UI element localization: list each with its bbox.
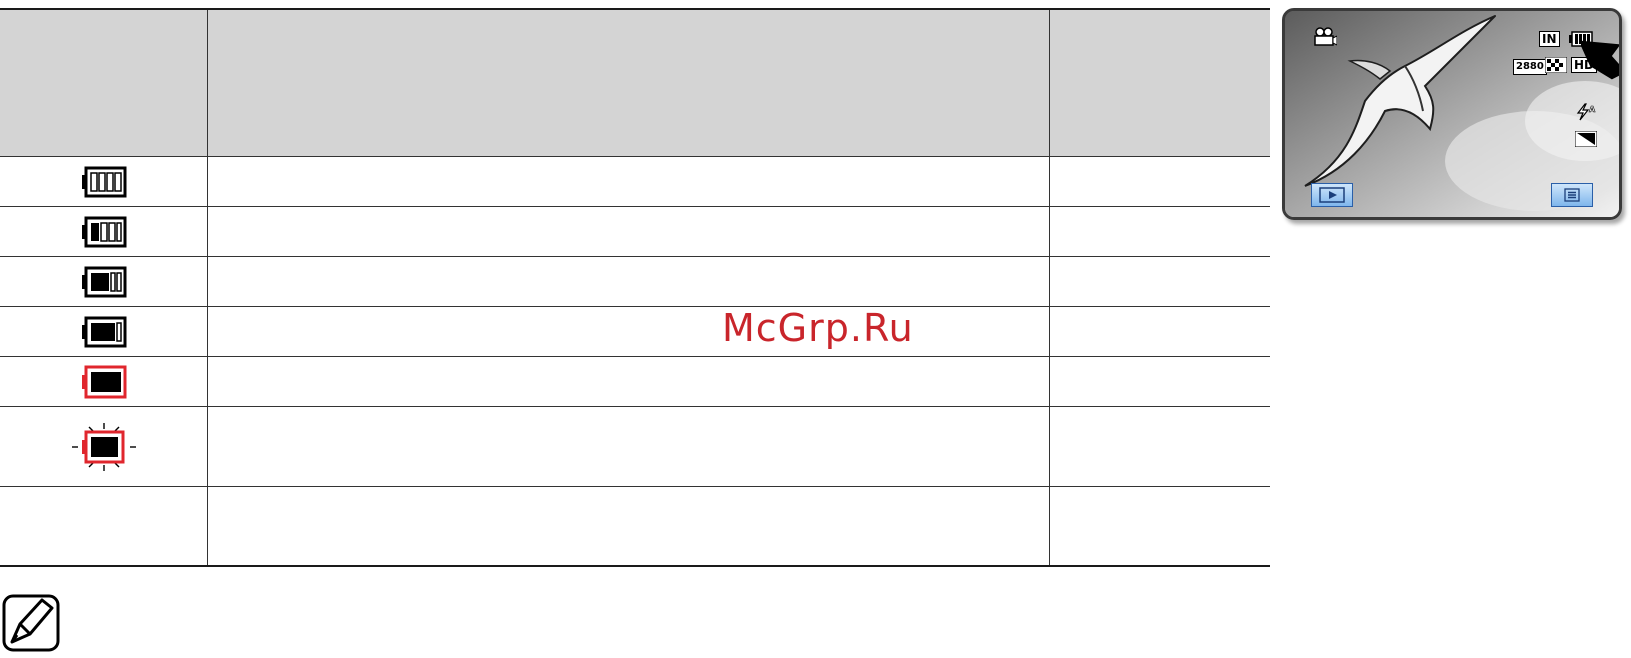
description-cell — [208, 487, 1050, 565]
table-row — [0, 487, 1270, 565]
pointer-arrow-icon — [1581, 40, 1619, 80]
battery-level-1-icon — [0, 307, 208, 356]
description-cell — [208, 207, 1050, 256]
description-cell — [208, 357, 1050, 406]
battery-level-2-icon — [0, 257, 208, 306]
play-icon — [1319, 187, 1345, 203]
svg-text:A: A — [1589, 105, 1596, 114]
header-cell-description — [208, 10, 1050, 156]
header-cell-icon — [0, 10, 208, 156]
note-pencil-icon — [2, 594, 62, 654]
battery-level-table — [0, 8, 1270, 567]
description-cell — [208, 257, 1050, 306]
menu-icon — [1564, 188, 1580, 202]
table-row — [0, 307, 1270, 357]
table-row — [0, 407, 1270, 487]
play-button[interactable] — [1311, 183, 1353, 207]
header-cell-time — [1050, 10, 1270, 156]
table-row — [0, 257, 1270, 307]
description-cell — [208, 157, 1050, 206]
time-cell — [1050, 487, 1270, 565]
time-cell — [1050, 307, 1270, 356]
table-row — [0, 207, 1270, 257]
description-cell — [208, 407, 1050, 486]
menu-button[interactable] — [1551, 183, 1593, 207]
camcorder-lcd-screen: IN 2880 HD A — [1282, 8, 1622, 220]
super-fine-icon — [1544, 56, 1568, 77]
time-cell — [1050, 257, 1270, 306]
table-row — [0, 157, 1270, 207]
battery-level-3-icon — [0, 207, 208, 256]
time-cell — [1050, 157, 1270, 206]
table-header-row — [0, 10, 1270, 157]
battery-level-4-icon — [0, 157, 208, 206]
resolution-indicator: 2880 — [1513, 59, 1547, 75]
icon-cell — [0, 487, 208, 565]
description-cell — [208, 307, 1050, 356]
video-camera-icon — [1311, 27, 1338, 51]
battery-empty-icon — [0, 357, 208, 406]
storage-indicator: IN — [1539, 31, 1560, 47]
exposure-icon — [1574, 130, 1598, 151]
table-row — [0, 357, 1270, 407]
watermark-text: McGrp.Ru — [722, 306, 914, 350]
time-cell — [1050, 207, 1270, 256]
battery-empty-blinking-icon — [0, 407, 208, 486]
time-cell — [1050, 407, 1270, 486]
time-cell — [1050, 357, 1270, 406]
flash-auto-icon: A — [1575, 103, 1597, 125]
